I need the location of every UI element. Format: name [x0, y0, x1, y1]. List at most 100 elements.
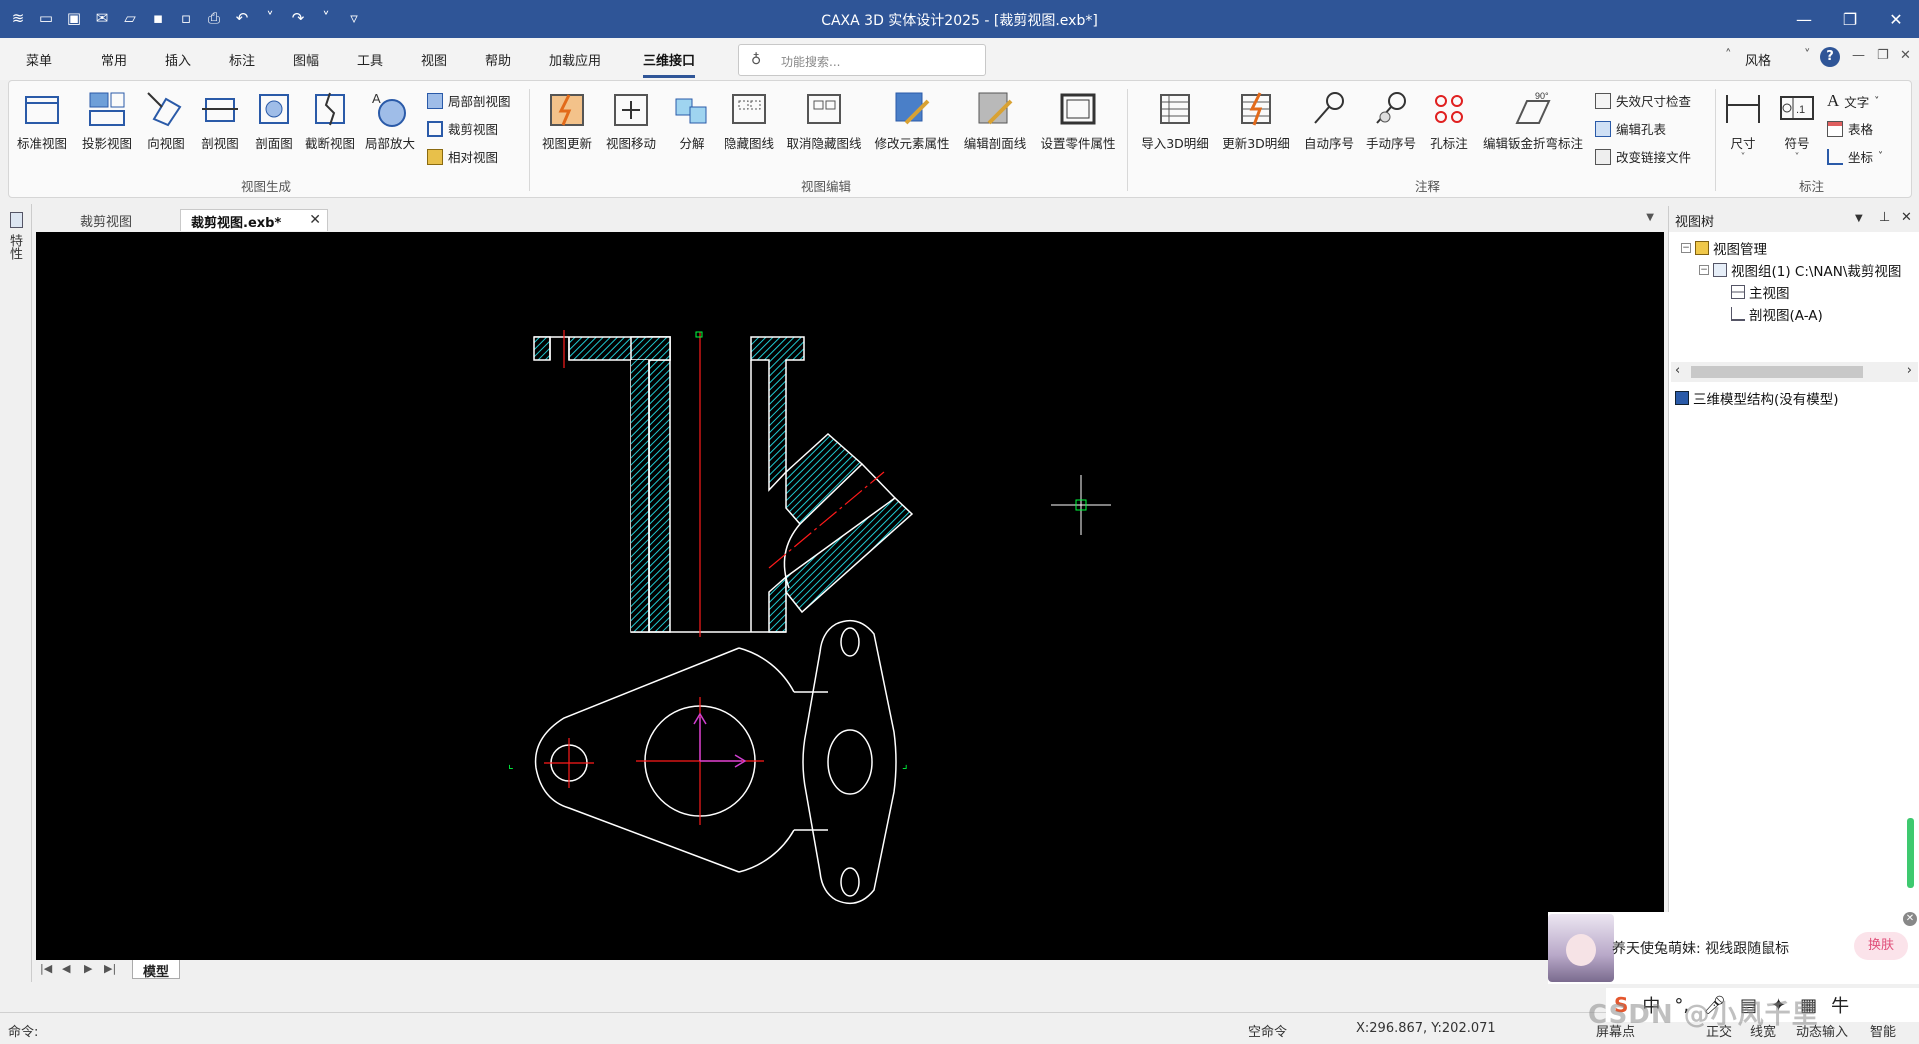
pin-icon[interactable]: ⊥: [1879, 210, 1890, 225]
scroll-thumb[interactable]: [1691, 366, 1863, 378]
tree-node-view-group[interactable]: − 视图组(1) C:\NAN\裁剪视图: [1699, 260, 1901, 280]
hole-callout-button[interactable]: 孔标注: [1425, 89, 1473, 152]
tab-sheet[interactable]: 图幅: [293, 50, 319, 69]
change-link-file-button[interactable]: 改变链接文件: [1595, 147, 1691, 166]
tree-horizontal-scrollbar[interactable]: ‹ ›: [1671, 362, 1918, 382]
view-update-button[interactable]: 视图更新: [537, 89, 597, 152]
scroll-left-icon[interactable]: ‹: [1675, 363, 1680, 378]
chevron-down-icon: ˅: [1878, 151, 1884, 162]
unhide-lines-button[interactable]: 取消隐藏图线: [781, 89, 867, 152]
standard-view-button[interactable]: 标准视图: [15, 89, 69, 152]
tab-tools[interactable]: 工具: [357, 50, 383, 69]
doc-close-icon[interactable]: ✕: [1900, 48, 1911, 63]
collapse-icon[interactable]: −: [1699, 265, 1709, 275]
symbol-button[interactable]: .1 符号 ˅: [1775, 89, 1819, 163]
tab-load-apps[interactable]: 加载应用: [549, 50, 601, 69]
tree-node-view-management[interactable]: − 视图管理: [1681, 238, 1767, 258]
coordinate-button[interactable]: 坐标 ˅: [1827, 147, 1883, 166]
broken-view-button[interactable]: 截断视图: [301, 89, 359, 152]
set-part-attr-button[interactable]: 设置零件属性: [1035, 89, 1121, 152]
assistant-close-icon[interactable]: ✕: [1903, 912, 1917, 926]
style-selector[interactable]: 风格: [1745, 50, 1771, 69]
lightbulb-icon: ♁: [751, 52, 762, 68]
tab-crop-view-exb[interactable]: 裁剪视图.exb* ✕: [180, 209, 328, 231]
command-state: 空命令: [1248, 1025, 1288, 1040]
ribbon-minimize-icon[interactable]: —: [1852, 48, 1865, 63]
prev-sheet-icon[interactable]: ◀: [62, 962, 70, 975]
hide-lines-button[interactable]: 隐藏图线: [719, 89, 779, 152]
command-prompt: 命令:: [8, 1025, 39, 1040]
ime-more[interactable]: 牛: [1831, 992, 1849, 1018]
invalid-dim-check-button[interactable]: 失效尺寸检查: [1595, 91, 1691, 110]
function-search[interactable]: ♁ 功能搜索...: [738, 44, 986, 76]
sheet-tab-model[interactable]: 模型: [132, 960, 181, 980]
panel-close-icon[interactable]: ✕: [1901, 210, 1912, 225]
tree-node-3d-model-structure[interactable]: 三维模型结构(没有模型): [1675, 388, 1839, 408]
close-tab-icon[interactable]: ✕: [309, 212, 321, 228]
cross-section-button[interactable]: 剖面图: [249, 89, 299, 152]
table-button[interactable]: 表格: [1827, 119, 1873, 138]
explode-button[interactable]: 分解: [669, 89, 715, 152]
local-section-view-button[interactable]: 局部剖视图: [427, 91, 511, 110]
tab-help[interactable]: 帮助: [485, 50, 511, 69]
collapse-icon[interactable]: −: [1681, 243, 1691, 253]
relative-view-icon: [427, 148, 443, 165]
tree-label-view-management: 视图管理: [1713, 242, 1767, 258]
change-skin-button[interactable]: 换肤: [1854, 932, 1908, 960]
svg-text:A: A: [372, 91, 381, 106]
auto-balloon-button[interactable]: 自动序号: [1299, 89, 1359, 152]
main-section-view[interactable]: [533, 330, 914, 637]
scroll-right-icon[interactable]: ›: [1907, 363, 1912, 378]
edit-hole-table-button[interactable]: 编辑孔表: [1595, 119, 1666, 138]
tab-list-dropdown-icon[interactable]: ▼: [1646, 212, 1654, 223]
top-view[interactable]: ⌞ ⌟: [508, 612, 908, 905]
tab-annotate[interactable]: 标注: [229, 50, 255, 69]
import-3d-bom-button[interactable]: 导入3D明细: [1137, 89, 1213, 152]
tree-node-section-view[interactable]: 剖视图(A-A): [1731, 304, 1823, 324]
section-view-button[interactable]: 剖视图: [197, 89, 243, 152]
chevron-up-icon[interactable]: ˄: [1725, 48, 1732, 63]
model-structure-icon: [1675, 391, 1689, 405]
text-button[interactable]: A 文字 ˅: [1827, 91, 1879, 111]
view-move-button[interactable]: 视图移动: [601, 89, 661, 152]
edit-hatch-button[interactable]: 编辑剖面线: [959, 89, 1031, 152]
assistant-avatar[interactable]: [1548, 914, 1614, 982]
main-view-icon: [1731, 285, 1745, 299]
tab-menu[interactable]: 菜单: [26, 50, 52, 69]
side-scroll-indicator[interactable]: [1907, 818, 1914, 888]
chevron-down-icon[interactable]: ˅: [1804, 48, 1811, 63]
detail-view-button[interactable]: A 局部放大: [361, 89, 419, 152]
direction-view-button[interactable]: 向视图: [143, 89, 189, 152]
tab-3d-interface[interactable]: 三维接口: [643, 50, 696, 78]
update-3d-bom-button[interactable]: 更新3D明细: [1217, 89, 1295, 152]
tab-view[interactable]: 视图: [421, 50, 447, 69]
first-sheet-icon[interactable]: |◀: [40, 962, 52, 975]
tree-node-main-view[interactable]: 主视图: [1731, 282, 1790, 302]
dimension-button[interactable]: 尺寸 ˅: [1721, 89, 1765, 163]
next-sheet-icon[interactable]: ▶: [84, 962, 92, 975]
link-file-icon: [1595, 148, 1611, 165]
sheetmetal-bend-note-button[interactable]: 90° 编辑钣金折弯标注: [1475, 89, 1591, 152]
tab-crop-view[interactable]: 裁剪视图: [70, 209, 170, 231]
minimize-button[interactable]: —: [1781, 0, 1827, 38]
properties-dock[interactable]: 特性: [0, 204, 32, 1004]
maximize-button[interactable]: ❐: [1827, 0, 1873, 38]
relative-view-button[interactable]: 相对视图: [427, 147, 498, 166]
edit-hatch-icon: [978, 92, 1013, 125]
smart-mode-toggle[interactable]: 智能: [1870, 1021, 1896, 1040]
tab-common[interactable]: 常用: [101, 50, 127, 69]
last-sheet-icon[interactable]: ▶|: [104, 962, 116, 975]
ribbon-restore-icon[interactable]: ❐: [1877, 48, 1889, 63]
projection-view-button[interactable]: 投影视图: [79, 89, 135, 152]
help-icon[interactable]: ?: [1820, 47, 1840, 67]
panel-dropdown-icon[interactable]: ▼: [1855, 213, 1863, 224]
tab-insert[interactable]: 插入: [165, 50, 191, 69]
modify-element-attr-button[interactable]: 修改元素属性: [869, 89, 955, 152]
close-button[interactable]: ✕: [1873, 0, 1919, 38]
search-placeholder: 功能搜索...: [781, 55, 841, 69]
manual-balloon-button[interactable]: 手动序号: [1361, 89, 1421, 152]
detail-view-icon: A: [372, 91, 406, 127]
drawing-canvas[interactable]: ⌞ ⌟: [36, 232, 1664, 960]
crop-view-button[interactable]: 裁剪视图: [427, 119, 498, 138]
coordinate-icon: [1827, 148, 1843, 165]
